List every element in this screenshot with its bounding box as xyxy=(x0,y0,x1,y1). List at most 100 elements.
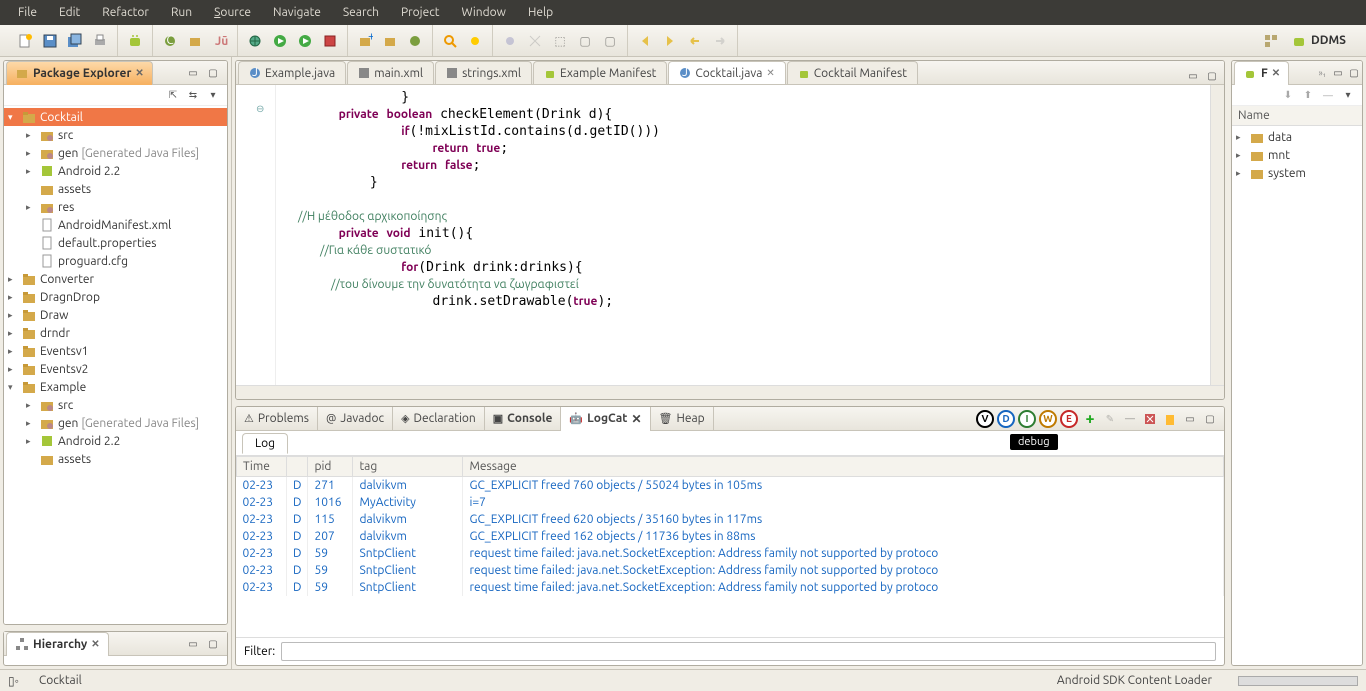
tree-node-eventsv1[interactable]: ▸Eventsv1 xyxy=(4,342,227,360)
open-perspective-button[interactable] xyxy=(1260,30,1282,52)
editor-tab-main-xml[interactable]: main.xml xyxy=(347,61,434,84)
tree-node-src[interactable]: ▸src xyxy=(4,126,227,144)
menu-window[interactable]: Window xyxy=(452,3,516,22)
view-menu-button[interactable]: ▾ xyxy=(1340,87,1356,103)
run-last-button[interactable] xyxy=(294,30,316,52)
more-views[interactable]: »₁ xyxy=(1315,68,1330,78)
tree-node-example[interactable]: ▾Example xyxy=(4,378,227,396)
minimize-button[interactable]: ▭ xyxy=(185,636,201,652)
log-row[interactable]: 02-23D59SntpClientrequest time failed: j… xyxy=(237,545,1224,562)
log-row[interactable]: 02-23D59SntpClientrequest time failed: j… xyxy=(237,562,1224,579)
tree-node-gen[interactable]: ▸gen [Generated Java Files] xyxy=(4,144,227,162)
bottom-tab-problems[interactable]: ⚠Problems xyxy=(236,407,318,431)
debug-button[interactable] xyxy=(244,30,266,52)
view-menu-button[interactable]: ▾ xyxy=(205,87,221,103)
log-col-time[interactable]: Time xyxy=(237,457,287,477)
mark2-button[interactable]: ▢ xyxy=(599,30,621,52)
show-view-button[interactable]: ▯◦ xyxy=(8,674,19,688)
pull-file-button[interactable]: ⬇ xyxy=(1280,87,1296,103)
package-explorer-tab[interactable]: Package Explorer ✕ xyxy=(6,61,153,85)
fe-node-mnt[interactable]: ▸mnt xyxy=(1232,146,1362,164)
menu-navigate[interactable]: Navigate xyxy=(263,3,331,22)
log-filter-v[interactable]: V xyxy=(976,410,994,428)
editor-tab-strings-xml[interactable]: strings.xml xyxy=(435,61,532,84)
android-sdk-button[interactable] xyxy=(124,30,146,52)
close-icon[interactable]: ✕ xyxy=(135,67,143,79)
menu-source[interactable]: Source xyxy=(204,3,261,22)
editor-tab-cocktail-java[interactable]: JCocktail.java✕ xyxy=(668,61,785,84)
minimize-button[interactable]: ▭ xyxy=(185,65,201,81)
tree-node-assets[interactable]: assets xyxy=(4,450,227,468)
log-row[interactable]: 02-23D59SntpClientrequest time failed: j… xyxy=(237,579,1224,596)
log-filter-w[interactable]: W xyxy=(1039,410,1057,428)
next-button[interactable] xyxy=(659,30,681,52)
maximize-button[interactable]: ▢ xyxy=(1204,68,1220,84)
editor-tab-example-java[interactable]: JExample.java xyxy=(238,61,346,84)
edit-filter-button[interactable]: ✎ xyxy=(1102,411,1118,427)
search-button[interactable] xyxy=(439,30,461,52)
log-col-message[interactable]: Message xyxy=(463,457,1224,477)
editor-vscrollbar[interactable] xyxy=(1210,85,1224,385)
print-button[interactable] xyxy=(89,30,111,52)
log-row[interactable]: 02-23D207dalvikvmGC_EXPLICIT freed 162 o… xyxy=(237,528,1224,545)
tree-node-android-2-2[interactable]: ▸Android 2.2 xyxy=(4,432,227,450)
minimize-button[interactable]: ▭ xyxy=(1330,65,1346,81)
log-filter-d[interactable]: D xyxy=(997,410,1015,428)
export-log-button[interactable] xyxy=(1162,411,1178,427)
tree-node-dragndrop[interactable]: ▸DragnDrop xyxy=(4,288,227,306)
menu-help[interactable]: Help xyxy=(518,3,563,22)
new-button[interactable] xyxy=(14,30,36,52)
nav-back-button[interactable] xyxy=(684,30,706,52)
editor-tab-example-manifest[interactable]: Example Manifest xyxy=(533,61,667,84)
tree-node-android-2-2[interactable]: ▸Android 2.2 xyxy=(4,162,227,180)
delete-filter-button[interactable]: — xyxy=(1122,411,1138,427)
tree-node-eventsv2[interactable]: ▸Eventsv2 xyxy=(4,360,227,378)
tree-node-androidmanifest-xml[interactable]: AndroidManifest.xml xyxy=(4,216,227,234)
package-tree[interactable]: ▾Cocktail▸src▸gen [Generated Java Files]… xyxy=(4,106,227,624)
save-all-button[interactable] xyxy=(64,30,86,52)
editor-hscrollbar[interactable] xyxy=(236,385,1224,399)
collapse-all-button[interactable]: ⇱ xyxy=(165,87,181,103)
add-filter-button[interactable]: + xyxy=(1082,411,1098,427)
step-button[interactable]: ⬚ xyxy=(549,30,571,52)
log-row[interactable]: 02-23D115dalvikvmGC_EXPLICIT freed 620 o… xyxy=(237,511,1224,528)
tree-node-cocktail[interactable]: ▾Cocktail xyxy=(4,108,227,126)
new-project-button[interactable]: + xyxy=(354,30,376,52)
run-button[interactable] xyxy=(269,30,291,52)
tree-node-default-properties[interactable]: default.properties xyxy=(4,234,227,252)
delete-button[interactable]: — xyxy=(1320,87,1336,103)
back-button[interactable] xyxy=(634,30,656,52)
push-file-button[interactable]: ⬆ xyxy=(1300,87,1316,103)
menu-edit[interactable]: Edit xyxy=(49,3,90,22)
file-explorer-tab[interactable]: F ✕ xyxy=(1234,61,1289,85)
mark-button[interactable]: ▢ xyxy=(574,30,596,52)
open-type-button[interactable]: Jū xyxy=(209,30,231,52)
maximize-button[interactable]: ▢ xyxy=(1346,65,1362,81)
log-subtab[interactable]: Log xyxy=(242,433,288,454)
bottom-tab-declaration[interactable]: ◈Declaration xyxy=(393,407,485,431)
bottom-tab-console[interactable]: ▣Console xyxy=(485,407,562,431)
tree-node-converter[interactable]: ▸Converter xyxy=(4,270,227,288)
file-explorer-tree[interactable]: ▸data▸mnt▸system xyxy=(1232,126,1362,665)
bottom-tab-logcat[interactable]: 🤖LogCat ✕ xyxy=(561,407,650,431)
annotate-button[interactable] xyxy=(464,30,486,52)
log-col-pid[interactable]: pid xyxy=(308,457,353,477)
menu-refactor[interactable]: Refactor xyxy=(92,3,159,22)
new-package-button[interactable] xyxy=(184,30,206,52)
close-icon[interactable]: ✕ xyxy=(91,638,99,650)
maximize-button[interactable]: ▢ xyxy=(205,65,221,81)
fe-node-data[interactable]: ▸data xyxy=(1232,128,1362,146)
new-file-button[interactable] xyxy=(404,30,426,52)
tree-node-gen[interactable]: ▸gen [Generated Java Files] xyxy=(4,414,227,432)
tree-node-src[interactable]: ▸src xyxy=(4,396,227,414)
link-editor-button[interactable]: ⇆ xyxy=(185,87,201,103)
log-table[interactable]: TimepidtagMessage 02-23D271dalvikvmGC_EX… xyxy=(236,456,1224,637)
tree-node-draw[interactable]: ▸Draw xyxy=(4,306,227,324)
toggle-breakpoint-button[interactable] xyxy=(499,30,521,52)
bottom-tab-javadoc[interactable]: @Javadoc xyxy=(318,407,393,431)
save-button[interactable] xyxy=(39,30,61,52)
log-filter-i[interactable]: I xyxy=(1018,410,1036,428)
skip-breakpoints-button[interactable] xyxy=(524,30,546,52)
filter-input[interactable] xyxy=(281,642,1216,661)
tree-node-res[interactable]: ▸res xyxy=(4,198,227,216)
